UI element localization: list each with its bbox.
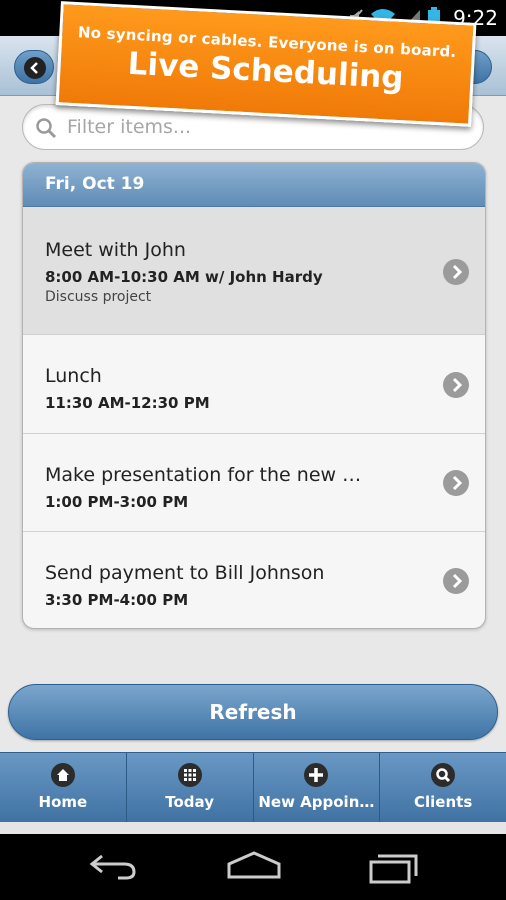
back-arrow-icon	[24, 57, 46, 79]
list-item[interactable]: Send payment to Bill Johnson 3:30 PM-4:0…	[23, 532, 485, 628]
tab-label: Clients	[414, 793, 473, 811]
back-button[interactable]	[14, 50, 54, 84]
tab-bar: Home Today New Appoin… Clients	[0, 752, 506, 822]
item-title: Make presentation for the new …	[45, 464, 362, 486]
refresh-button[interactable]: Refresh	[8, 684, 498, 740]
tab-label: Home	[38, 793, 88, 811]
chevron-right-icon	[443, 568, 469, 594]
home-nav-icon[interactable]	[226, 850, 282, 880]
item-note: Discuss project	[45, 289, 152, 305]
item-time: 11:30 AM-12:30 PM	[45, 394, 210, 412]
list-item[interactable]: Make presentation for the new … 1:00 PM-…	[23, 434, 485, 532]
plus-icon	[304, 763, 329, 787]
promo-banner: No syncing or cables. Everyone is on boa…	[55, 1, 477, 127]
grid-icon	[177, 763, 202, 787]
tab-today[interactable]: Today	[127, 753, 254, 822]
system-nav-bar	[0, 834, 506, 900]
date-header: Fri, Oct 19	[23, 163, 485, 207]
item-title: Meet with John	[45, 239, 186, 261]
home-icon	[50, 763, 75, 787]
chevron-right-icon	[443, 372, 469, 398]
recent-apps-icon[interactable]	[368, 850, 422, 884]
search-icon	[36, 118, 57, 139]
appointment-list: Fri, Oct 19 Meet with John 8:00 AM-10:30…	[22, 162, 486, 629]
list-item[interactable]: Lunch 11:30 AM-12:30 PM	[23, 335, 485, 434]
search-icon	[431, 763, 456, 787]
item-time: 3:30 PM-4:00 PM	[45, 591, 189, 609]
item-title: Lunch	[45, 365, 102, 387]
footer-strip	[0, 822, 506, 834]
back-nav-icon[interactable]	[88, 850, 138, 880]
tab-label: New Appoin…	[258, 793, 375, 811]
chevron-right-icon	[443, 470, 469, 496]
list-item[interactable]: Meet with John 8:00 AM-10:30 AM w/ John …	[23, 207, 485, 335]
item-time: 1:00 PM-3:00 PM	[45, 493, 189, 511]
chevron-right-icon	[443, 259, 469, 285]
item-title: Send payment to Bill Johnson	[45, 562, 325, 584]
tab-label: Today	[165, 793, 214, 811]
tab-clients[interactable]: Clients	[380, 753, 506, 822]
tab-home[interactable]: Home	[0, 753, 127, 822]
tab-new-appointment[interactable]: New Appoin…	[254, 753, 381, 822]
item-time: 8:00 AM-10:30 AM w/ John Hardy	[45, 268, 323, 286]
